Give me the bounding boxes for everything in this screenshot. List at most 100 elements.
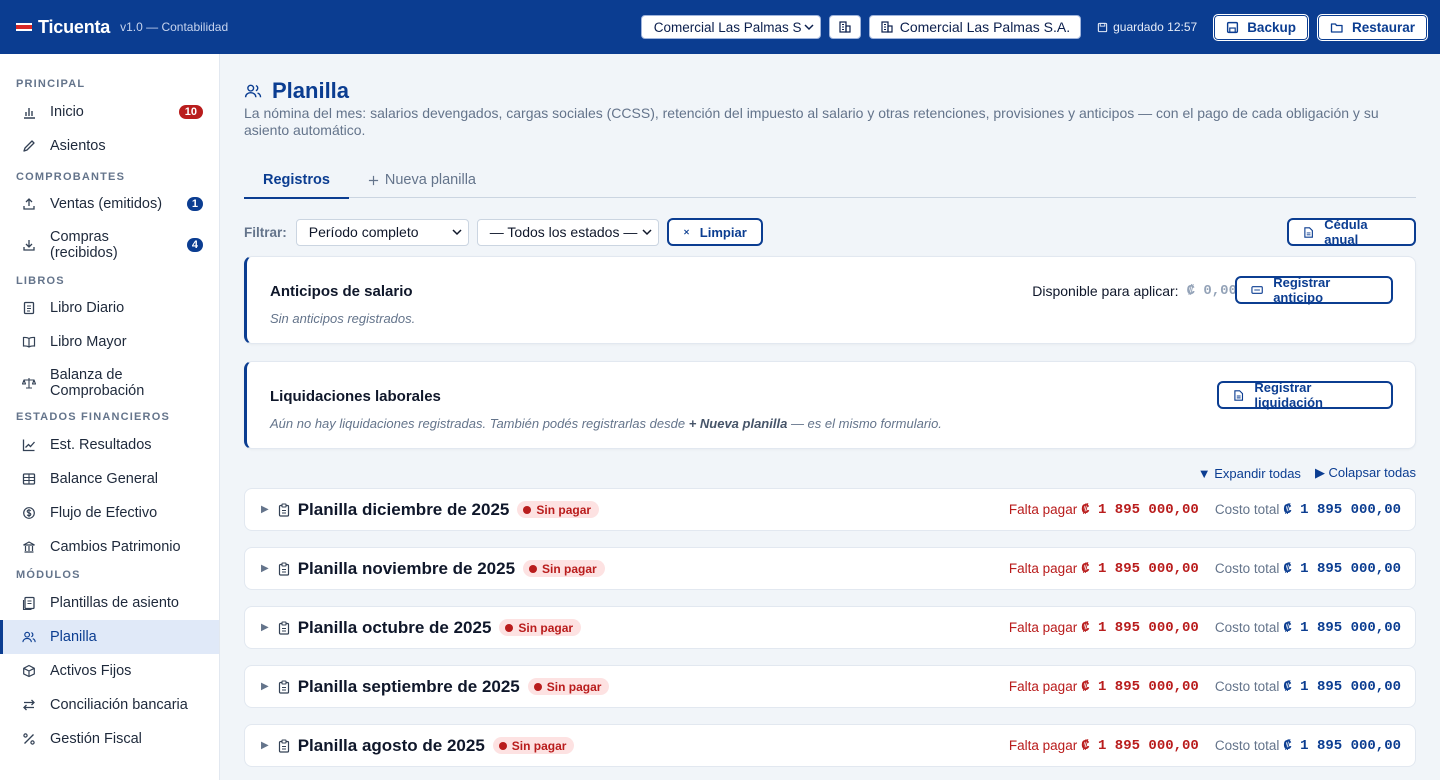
sidebar-item-label: Ventas (emitidos) (50, 196, 163, 212)
payroll-row[interactable]: ▶ Planilla octubre de 2025 Sin pagar Fal… (244, 606, 1416, 649)
sidebar-item-conciliacion[interactable]: Conciliación bancaria (0, 688, 219, 722)
company-select-value: Comercial Las Palmas S.A. (653, 19, 802, 35)
expand-caret-icon[interactable]: ▶ (261, 504, 269, 515)
status-badge: Sin pagar (517, 501, 600, 518)
templates-icon (22, 596, 35, 610)
total-cost: ₡ 1 895 000,00 (1283, 737, 1401, 754)
sidebar-section-title: MÓDULOS (16, 569, 81, 581)
sidebar-item-gestion-fiscal[interactable]: Gestión Fiscal (0, 722, 219, 756)
sidebar: PRINCIPAL Inicio 10 Asientos COMPROBANTE… (0, 54, 220, 780)
expand-collapse-controls: ▼ Expandir todas ▶ Colapsar todas (1198, 465, 1416, 481)
settlements-title: Liquidaciones laborales (270, 388, 441, 405)
sidebar-item-label: Libro Diario (50, 300, 125, 316)
status-label: Sin pagar (546, 679, 602, 694)
status-select-value: — Todos los estados — (489, 224, 638, 240)
period-select[interactable]: Período completo (295, 218, 469, 246)
sidebar-item-inicio[interactable]: Inicio 10 (0, 95, 219, 129)
status-badge: Sin pagar (492, 737, 575, 754)
sidebar-item-label: Compras (recibidos) (50, 229, 118, 261)
sidebar-item-est-resultados[interactable]: Est. Resultados (0, 428, 219, 462)
register-settlement-button[interactable]: Registrar liquidación (1217, 380, 1393, 410)
annual-report-button[interactable]: Cédula anual (1287, 217, 1416, 247)
clear-filters-label: Limpiar (699, 224, 747, 240)
tab-bar: Registros Nueva planilla (244, 162, 1416, 199)
chevron-down-icon (452, 229, 462, 236)
plus-icon (368, 175, 378, 185)
payroll-row[interactable]: ▶ Planilla agosto de 2025 Sin pagar Falt… (244, 724, 1416, 767)
status-label: Sin pagar (542, 561, 597, 576)
sidebar-item-balanza[interactable]: Balanza de Comprobación (0, 359, 219, 407)
sidebar-item-asientos[interactable]: Asientos (0, 129, 219, 163)
total-cost-label: Costo total (1214, 679, 1280, 694)
sidebar-item-flujo-efectivo[interactable]: Flujo de Efectivo (0, 496, 219, 530)
tab-label: Registros (263, 171, 330, 188)
new-payroll-link[interactable]: + Nueva planilla (689, 416, 788, 431)
total-cost-label: Costo total (1214, 620, 1280, 635)
expand-caret-icon[interactable]: ▶ (261, 740, 269, 751)
expand-caret-icon[interactable]: ▶ (261, 681, 269, 692)
tab-label: Nueva planilla (384, 172, 476, 188)
open-book-icon (22, 336, 36, 348)
sidebar-section-title: LIBROS (16, 275, 65, 287)
company-select[interactable]: Comercial Las Palmas S.A. (640, 15, 821, 39)
sidebar-item-activos-fijos[interactable]: Activos Fijos (0, 654, 219, 688)
labor-settlements-card: Liquidaciones laborales Aún no hay liqui… (244, 361, 1416, 449)
payroll-row[interactable]: ▶ Planilla diciembre de 2025 Sin pagar F… (244, 488, 1416, 531)
sidebar-item-libro-diario[interactable]: Libro Diario (0, 291, 219, 325)
payroll-row[interactable]: ▶ Planilla septiembre de 2025 Sin pagar … (244, 665, 1416, 708)
app-version: v1.0 — Contabilidad (120, 20, 229, 34)
collapse-all-link[interactable]: ▶ Colapsar todas (1315, 465, 1416, 481)
sidebar-item-planilla[interactable]: Planilla (0, 620, 219, 654)
sidebar-section-title: ESTADOS FINANCIEROS (16, 411, 170, 423)
sidebar-item-cambios-patrimonio[interactable]: Cambios Patrimonio (0, 530, 219, 564)
sidebar-item-plantillas[interactable]: Plantillas de asiento (0, 586, 219, 620)
sidebar-item-balance-general[interactable]: Balance General (0, 462, 219, 496)
expand-all-link[interactable]: ▼ Expandir todas (1198, 465, 1301, 481)
building-icon (881, 21, 893, 33)
scale-icon (22, 378, 36, 389)
expand-caret-icon[interactable]: ▶ (261, 563, 269, 574)
sidebar-item-compras[interactable]: Compras (recibidos) 4 (0, 221, 219, 269)
money-icon (1251, 286, 1263, 294)
sidebar-item-label: Planilla (50, 629, 97, 645)
document-icon (23, 301, 35, 315)
pencil-icon (23, 140, 35, 152)
tab-nueva-planilla[interactable]: Nueva planilla (349, 162, 495, 198)
clear-filters-button[interactable]: Limpiar (666, 218, 763, 246)
payroll-title: Planilla agosto de 2025 (297, 735, 485, 755)
total-cost-label: Costo total (1214, 561, 1280, 576)
save-icon (1227, 21, 1239, 33)
active-company-chip[interactable]: Comercial Las Palmas S.A. (868, 15, 1082, 39)
expand-caret-icon[interactable]: ▶ (261, 622, 269, 633)
sidebar-item-label: Balance General (50, 471, 159, 487)
available-amount: ₡ 0,00 (1186, 283, 1237, 299)
payroll-title: Planilla septiembre de 2025 (297, 676, 520, 696)
payroll-row[interactable]: ▶ Planilla noviembre de 2025 Sin pagar F… (244, 547, 1416, 590)
filter-label: Filtrar: (244, 224, 287, 240)
bank-icon (23, 541, 35, 553)
line-chart-icon (22, 439, 35, 452)
sidebar-item-label: Plantillas de asiento (50, 595, 179, 611)
clipboard-icon (278, 502, 289, 517)
sidebar-item-libro-mayor[interactable]: Libro Mayor (0, 325, 219, 359)
document-icon (1234, 389, 1244, 401)
company-settings-button[interactable] (828, 15, 861, 39)
payroll-title: Planilla octubre de 2025 (297, 617, 492, 637)
restore-button[interactable]: Restaurar (1316, 13, 1428, 41)
total-cost: ₡ 1 895 000,00 (1283, 619, 1401, 636)
chevron-down-icon (804, 24, 814, 31)
main-content: Planilla La nómina del mes: salarios dev… (220, 54, 1440, 780)
register-advance-button[interactable]: Registrar anticipo (1235, 275, 1393, 305)
sidebar-item-label: Flujo de Efectivo (50, 505, 158, 521)
tab-registros[interactable]: Registros (244, 162, 349, 199)
close-icon (683, 229, 689, 235)
backup-button[interactable]: Backup (1213, 13, 1309, 41)
amount-due: ₡ 1 895 000,00 (1081, 619, 1199, 636)
sidebar-item-label: Asientos (50, 138, 106, 154)
advances-available: Disponible para aplicar: ₡ 0,00 (1032, 283, 1237, 299)
sidebar-section-title: PRINCIPAL (16, 78, 86, 90)
amount-due: ₡ 1 895 000,00 (1081, 560, 1199, 577)
sidebar-item-ventas[interactable]: Ventas (emitidos) 1 (0, 187, 219, 221)
status-select[interactable]: — Todos los estados — (476, 218, 659, 246)
brand[interactable]: Ticuenta v1.0 — Contabilidad (16, 17, 228, 38)
